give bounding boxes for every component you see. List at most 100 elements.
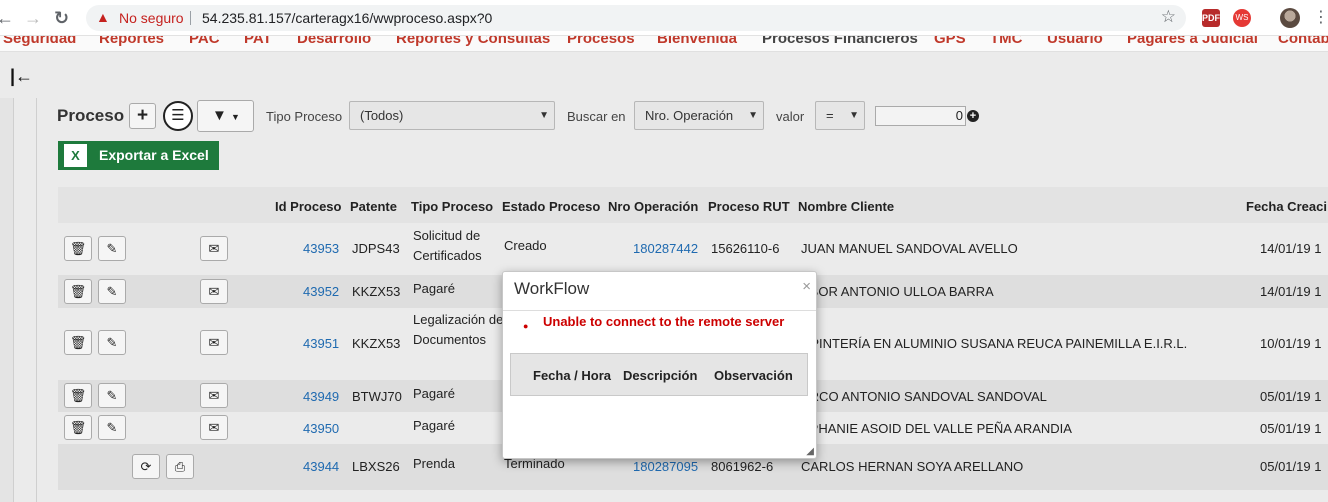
filter-icon: ▼	[212, 107, 227, 124]
export-excel-label: Exportar a Excel	[99, 147, 209, 163]
profile-avatar[interactable]	[1280, 8, 1300, 28]
delete-button[interactable]: 🗑	[64, 415, 92, 440]
nro-operacion-link[interactable]: 180287095	[633, 459, 698, 474]
collapse-sidebar-icon[interactable]: |←	[10, 66, 33, 87]
edit-button[interactable]: ✎	[98, 330, 126, 355]
col-fecha-creacion[interactable]: Fecha Creaci	[1246, 199, 1327, 214]
col-nombre-cliente[interactable]: Nombre Cliente	[798, 199, 894, 214]
menu-item-procesos-financieros[interactable]: Procesos Financieros	[762, 36, 918, 47]
patente-cell: BTWJ70	[352, 389, 402, 404]
process-id-link[interactable]: 43950	[303, 421, 339, 436]
menu-item-desarrollo[interactable]: Desarrollo	[297, 36, 371, 47]
col-estado-proceso[interactable]: Estado Proceso	[502, 199, 600, 214]
tipo-proceso-label: Tipo Proceso	[266, 109, 343, 124]
chevron-down-icon: ▼	[539, 110, 549, 121]
nro-operacion-link[interactable]: 180287442	[633, 241, 698, 256]
send-mail-button[interactable]: ✉	[200, 236, 228, 261]
edit-button[interactable]: ✎	[98, 279, 126, 304]
tipo-proceso-select[interactable]: (Todos) ▼	[349, 101, 555, 130]
tipo-cell: Pagaré	[413, 281, 455, 296]
menu-item-reportes-consultas[interactable]: Reportes y Consultas	[396, 36, 550, 47]
resize-handle-icon[interactable]: ◢	[806, 446, 814, 457]
menu-item-bienvenida[interactable]: Bienvenida	[657, 36, 737, 47]
dialog-divider	[503, 310, 816, 311]
edit-button[interactable]: ✎	[98, 383, 126, 408]
buscar-en-select[interactable]: Nro. Operación ▼	[634, 101, 764, 130]
columns-config-button[interactable]: ☰	[163, 101, 193, 131]
tipo-cell: Prenda	[413, 456, 455, 471]
close-icon[interactable]: ×	[802, 278, 811, 295]
delete-button[interactable]: 🗑	[64, 383, 92, 408]
col-tipo-proceso[interactable]: Tipo Proceso	[411, 199, 493, 214]
sidebar-strip	[0, 98, 14, 502]
send-mail-button[interactable]: ✉	[200, 415, 228, 440]
trash-icon: 🗑	[69, 420, 87, 435]
table-row: 🗑 ✎ ✉ 43953 JDPS43 Solicitud de Certific…	[58, 223, 1328, 275]
process-id-link[interactable]: 43949	[303, 389, 339, 404]
col-id-proceso[interactable]: Id Proceso	[275, 199, 341, 214]
send-mail-button[interactable]: ✉	[200, 383, 228, 408]
security-indicator[interactable]: No seguro	[119, 10, 184, 26]
menu-item-tmc[interactable]: TMC	[990, 36, 1023, 47]
menu-item-reportes[interactable]: Reportes	[99, 36, 164, 47]
edit-button[interactable]: ✎	[98, 415, 126, 440]
process-id-link[interactable]: 43944	[303, 459, 339, 474]
menu-item-usuario[interactable]: Usuario	[1047, 36, 1103, 47]
col-proceso-rut[interactable]: Proceso RUT	[708, 199, 790, 214]
process-id-link[interactable]: 43953	[303, 241, 339, 256]
star-icon[interactable]: ☆	[1161, 7, 1176, 27]
pencil-icon: ✎	[106, 241, 118, 256]
error-message: Unable to connect to the remote server	[543, 314, 785, 329]
workflow-table-header: Fecha / Hora Descripción Observación	[510, 353, 808, 396]
pencil-icon: ✎	[106, 388, 118, 403]
mail-icon: ✉	[208, 335, 220, 350]
col-patente[interactable]: Patente	[350, 199, 397, 214]
process-id-link[interactable]: 43951	[303, 336, 339, 351]
filter-button[interactable]: ▼ ▼	[197, 100, 254, 132]
edit-button[interactable]: ✎	[98, 236, 126, 261]
menu-item-gps[interactable]: GPS	[934, 36, 966, 47]
export-excel-button[interactable]: X Exportar a Excel	[58, 141, 219, 170]
delete-button[interactable]: 🗑	[64, 330, 92, 355]
alert-triangle-icon: ▲	[96, 9, 110, 25]
delete-button[interactable]: 🗑	[64, 279, 92, 304]
buscar-en-label: Buscar en	[567, 109, 626, 124]
delete-button[interactable]: 🗑	[64, 236, 92, 261]
trash-icon: 🗑	[69, 241, 87, 256]
menu-item-seguridad[interactable]: Seguridad	[3, 36, 76, 47]
plus-circle-icon[interactable]: +	[967, 110, 979, 122]
menu-item-procesos[interactable]: Procesos	[567, 36, 635, 47]
reload-button[interactable]: ↻	[54, 8, 69, 28]
workflow-dialog: WorkFlow × ● Unable to connect to the re…	[502, 271, 817, 459]
col-descripcion: Descripción	[623, 368, 698, 383]
menu-item-pat[interactable]: PAT	[244, 36, 272, 47]
patente-cell: KKZX53	[352, 284, 401, 299]
menu-item-contab[interactable]: Contab	[1278, 36, 1328, 47]
process-id-link[interactable]: 43952	[303, 284, 339, 299]
menu-item-pagares-judicial[interactable]: Pagares a Judicial	[1127, 36, 1258, 47]
add-process-button[interactable]: +	[129, 103, 156, 129]
send-mail-button[interactable]: ✉	[200, 279, 228, 304]
dialog-title: WorkFlow	[514, 279, 590, 298]
buscar-en-value: Nro. Operación	[645, 108, 734, 123]
send-mail-button[interactable]: ✉	[200, 330, 228, 355]
refresh-button[interactable]: ⟳	[132, 454, 160, 479]
document-button[interactable]: ⎙	[166, 454, 194, 479]
url-text[interactable]: 54.235.81.157/carteragx16/wwproceso.aspx…	[202, 10, 492, 26]
forward-button[interactable]: →	[24, 8, 42, 28]
rut-cell: 8061962-6	[711, 459, 774, 474]
grid-header: Id Proceso Patente Tipo Proceso Estado P…	[58, 187, 1328, 223]
mail-icon: ✉	[208, 388, 220, 403]
extension-icon[interactable]: WS	[1233, 9, 1251, 27]
kebab-menu-icon[interactable]: ⋮	[1313, 8, 1328, 28]
valor-label: valor	[776, 109, 805, 124]
valor-input[interactable]: 0	[875, 106, 966, 126]
address-bar[interactable]: ▲ No seguro 54.235.81.157/carteragx16/ww…	[86, 5, 1186, 31]
pdf-extension-icon[interactable]: PDF	[1202, 9, 1220, 27]
menu-item-pac[interactable]: PAC	[189, 36, 220, 47]
chevron-down-icon: ▼	[231, 112, 240, 122]
col-nro-operacion[interactable]: Nro Operación	[608, 199, 698, 214]
back-button[interactable]: ←	[0, 8, 14, 28]
operator-select[interactable]: = ▼	[815, 101, 865, 130]
app-menu-bar: Seguridad Reportes PAC PAT Desarrollo Re…	[0, 36, 1328, 52]
